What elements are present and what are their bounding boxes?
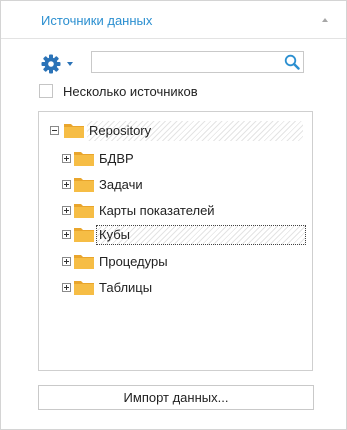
tree-node-procedures[interactable]: Процедуры (39, 251, 279, 273)
tree-node-label: Таблицы (99, 280, 153, 295)
tree-node-label: Кубы (96, 225, 306, 245)
tree-node-label: БДВР (99, 151, 134, 166)
repository-tree[interactable]: Repository БДВР Задачи Карты показателей… (38, 111, 313, 371)
tree-node-cubes[interactable]: Кубы (39, 224, 309, 246)
gear-icon (41, 54, 61, 74)
tree-node-label: Repository (87, 121, 303, 141)
panel-title: Источники данных (41, 13, 153, 28)
tree-node-label: Карты показателей (99, 203, 215, 218)
expand-node-icon[interactable] (62, 257, 71, 266)
expand-node-icon[interactable] (62, 206, 71, 215)
folder-icon (64, 124, 84, 138)
tree-node-bdvr[interactable]: БДВР (39, 148, 279, 170)
expand-node-icon[interactable] (62, 230, 71, 239)
import-data-button[interactable]: Импорт данных... (38, 385, 314, 410)
folder-icon (74, 228, 94, 242)
collapse-node-icon[interactable] (50, 126, 59, 135)
tree-node-root[interactable]: Repository (39, 120, 309, 142)
search-box (91, 51, 304, 73)
collapse-icon[interactable] (322, 18, 328, 22)
tree-node-tables[interactable]: Таблицы (39, 277, 279, 299)
expand-node-icon[interactable] (62, 154, 71, 163)
settings-menu-button[interactable] (41, 53, 75, 75)
panel-header[interactable]: Источники данных (1, 1, 346, 39)
folder-icon (74, 204, 94, 218)
multi-source-checkbox[interactable] (39, 84, 53, 98)
multi-source-label: Несколько источников (63, 84, 198, 99)
tree-node-label: Процедуры (99, 254, 168, 269)
tree-node-tasks[interactable]: Задачи (39, 174, 279, 196)
tree-node-label: Задачи (99, 177, 143, 192)
chevron-down-icon (67, 62, 73, 66)
tree-node-scorecards[interactable]: Карты показателей (39, 200, 279, 222)
search-icon[interactable] (284, 54, 300, 70)
search-input[interactable] (96, 54, 276, 70)
data-sources-panel: Источники данных Несколько источников Re… (0, 0, 347, 430)
folder-icon (74, 152, 94, 166)
expand-node-icon[interactable] (62, 283, 71, 292)
expand-node-icon[interactable] (62, 180, 71, 189)
folder-icon (74, 255, 94, 269)
folder-icon (74, 281, 94, 295)
folder-icon (74, 178, 94, 192)
